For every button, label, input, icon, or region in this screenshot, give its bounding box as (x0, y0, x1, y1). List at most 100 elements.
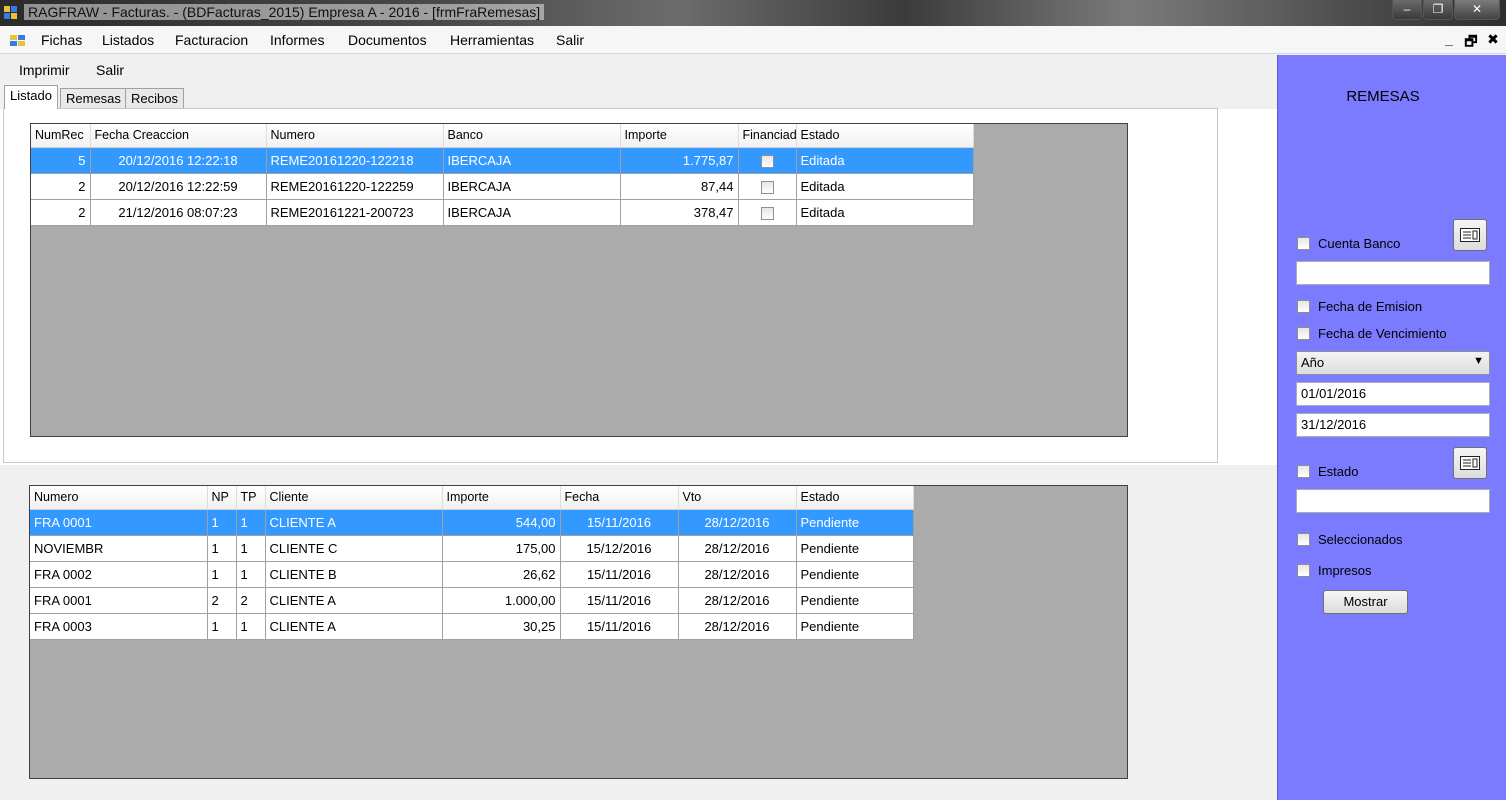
cell-banco[interactable]: IBERCAJA (443, 147, 621, 174)
chevron-down-icon[interactable]: ▼ (1473, 355, 1484, 367)
cell-importe[interactable]: 30,25 (442, 613, 561, 640)
cell-importe[interactable]: 544,00 (442, 509, 561, 536)
salir-button[interactable]: Salir (96, 62, 124, 78)
table-row[interactable]: FRA 0001 1 1 CLIENTE A 544,00 15/11/2016… (30, 509, 914, 536)
menu-facturacion[interactable]: Facturacion (175, 32, 248, 48)
seleccionados-checkbox[interactable] (1297, 533, 1310, 546)
cell-cliente[interactable]: CLIENTE A (265, 587, 443, 614)
column-header[interactable]: Financiad (738, 124, 797, 148)
cell-banco[interactable]: IBERCAJA (443, 173, 621, 200)
cell-estado[interactable]: Pendiente (796, 509, 914, 536)
cell-importe[interactable]: 175,00 (442, 535, 561, 562)
tab-listado[interactable]: Listado (4, 85, 58, 109)
cell-numero[interactable]: REME20161220-122259 (266, 173, 444, 200)
fecha-vencimiento-checkbox[interactable] (1297, 327, 1310, 340)
cell-fecha[interactable]: 15/11/2016 (560, 509, 679, 536)
fecha-hasta-input[interactable]: 31/12/2016 (1296, 413, 1490, 437)
cell-cliente[interactable]: CLIENTE A (265, 613, 443, 640)
cuenta-banco-input[interactable] (1296, 261, 1490, 285)
seleccionados-filter[interactable]: Seleccionados (1297, 532, 1403, 547)
menu-documentos[interactable]: Documentos (348, 32, 427, 48)
column-header[interactable]: Fecha (560, 486, 679, 510)
column-header[interactable]: Estado (796, 124, 974, 148)
remesas-grid[interactable]: NumRec Fecha Creaccion Numero Banco Impo… (30, 123, 1128, 437)
cell-fecha[interactable]: 20/12/2016 12:22:59 (90, 173, 267, 200)
cell-vto[interactable]: 28/12/2016 (678, 509, 797, 536)
cell-importe[interactable]: 26,62 (442, 561, 561, 588)
cell-numero[interactable]: NOVIEMBR (30, 535, 208, 562)
cell-fecha[interactable]: 21/12/2016 08:07:23 (90, 199, 267, 226)
close-button[interactable]: ✕ (1454, 0, 1500, 20)
mdi-minimize-button[interactable]: _ (1442, 31, 1456, 55)
recibos-grid[interactable]: Numero NP TP Cliente Importe Fecha Vto E… (29, 485, 1128, 779)
cell-numrec[interactable]: 2 (31, 173, 91, 200)
minimize-button[interactable]: – (1392, 0, 1422, 20)
table-row[interactable]: 5 20/12/2016 12:22:18 REME20161220-12221… (31, 147, 974, 174)
cell-estado[interactable]: Pendiente (796, 613, 914, 640)
cell-np[interactable]: 1 (207, 613, 237, 640)
column-header[interactable]: Fecha Creaccion (90, 124, 267, 148)
cell-numero[interactable]: FRA 0001 (30, 509, 208, 536)
column-header[interactable]: TP (236, 486, 266, 510)
menu-herramientas[interactable]: Herramientas (450, 32, 534, 48)
fecha-emision-checkbox[interactable] (1297, 300, 1310, 313)
cell-estado[interactable]: Pendiente (796, 535, 914, 562)
column-header[interactable]: Numero (30, 486, 208, 510)
impresos-filter[interactable]: Impresos (1297, 563, 1371, 578)
restore-button[interactable]: ❐ (1423, 0, 1453, 20)
cell-vto[interactable]: 28/12/2016 (678, 587, 797, 614)
cell-banco[interactable]: IBERCAJA (443, 199, 621, 226)
impresos-checkbox[interactable] (1297, 564, 1310, 577)
estado-filter[interactable]: Estado (1297, 464, 1358, 479)
estado-lookup-button[interactable] (1453, 447, 1487, 479)
cell-numrec[interactable]: 2 (31, 199, 91, 226)
cell-estado[interactable]: Editada (796, 199, 974, 226)
cell-numero[interactable]: FRA 0003 (30, 613, 208, 640)
cell-tp[interactable]: 1 (236, 561, 266, 588)
cell-estado[interactable]: Editada (796, 173, 974, 200)
tab-recibos[interactable]: Recibos (125, 88, 184, 109)
table-row[interactable]: 2 20/12/2016 12:22:59 REME20161220-12225… (31, 173, 974, 200)
cell-financiada[interactable] (738, 173, 797, 200)
cell-numrec[interactable]: 5 (31, 147, 91, 174)
cell-tp[interactable]: 1 (236, 613, 266, 640)
cell-cliente[interactable]: CLIENTE C (265, 535, 443, 562)
cell-financiada[interactable] (738, 147, 797, 174)
column-header[interactable]: Banco (443, 124, 621, 148)
table-row[interactable]: FRA 0002 1 1 CLIENTE B 26,62 15/11/2016 … (30, 561, 914, 588)
cell-tp[interactable]: 1 (236, 509, 266, 536)
cell-numero[interactable]: FRA 0001 (30, 587, 208, 614)
fecha-vencimiento-filter[interactable]: Fecha de Vencimiento (1297, 326, 1447, 341)
menu-listados[interactable]: Listados (102, 32, 154, 48)
cell-fecha[interactable]: 15/11/2016 (560, 587, 679, 614)
cell-importe[interactable]: 1.000,00 (442, 587, 561, 614)
column-header[interactable]: Estado (796, 486, 914, 510)
financiada-checkbox[interactable] (760, 206, 774, 220)
column-header[interactable]: Numero (266, 124, 444, 148)
cell-vto[interactable]: 28/12/2016 (678, 561, 797, 588)
cell-tp[interactable]: 1 (236, 535, 266, 562)
table-row[interactable]: NOVIEMBR 1 1 CLIENTE C 175,00 15/12/2016… (30, 535, 914, 562)
cell-vto[interactable]: 28/12/2016 (678, 535, 797, 562)
column-header[interactable]: Importe (442, 486, 561, 510)
periodo-select[interactable]: Año ▼ (1296, 351, 1490, 375)
cell-importe[interactable]: 1.775,87 (620, 147, 739, 174)
app-menu-icon[interactable] (10, 33, 26, 47)
table-row[interactable]: FRA 0001 2 2 CLIENTE A 1.000,00 15/11/20… (30, 587, 914, 614)
cell-fecha[interactable]: 20/12/2016 12:22:18 (90, 147, 267, 174)
financiada-checkbox[interactable] (760, 180, 774, 194)
cell-np[interactable]: 2 (207, 587, 237, 614)
menu-fichas[interactable]: Fichas (41, 32, 82, 48)
cell-tp[interactable]: 2 (236, 587, 266, 614)
table-row[interactable]: FRA 0003 1 1 CLIENTE A 30,25 15/11/2016 … (30, 613, 914, 640)
cell-np[interactable]: 1 (207, 561, 237, 588)
cell-estado[interactable]: Editada (796, 147, 974, 174)
cell-fecha[interactable]: 15/12/2016 (560, 535, 679, 562)
table-row[interactable]: 2 21/12/2016 08:07:23 REME20161221-20072… (31, 199, 974, 226)
column-header[interactable]: Importe (620, 124, 739, 148)
cell-np[interactable]: 1 (207, 509, 237, 536)
column-header[interactable]: Vto (678, 486, 797, 510)
fecha-emision-filter[interactable]: Fecha de Emision (1297, 299, 1422, 314)
mostrar-button[interactable]: Mostrar (1323, 590, 1408, 614)
cell-numero[interactable]: REME20161220-122218 (266, 147, 444, 174)
